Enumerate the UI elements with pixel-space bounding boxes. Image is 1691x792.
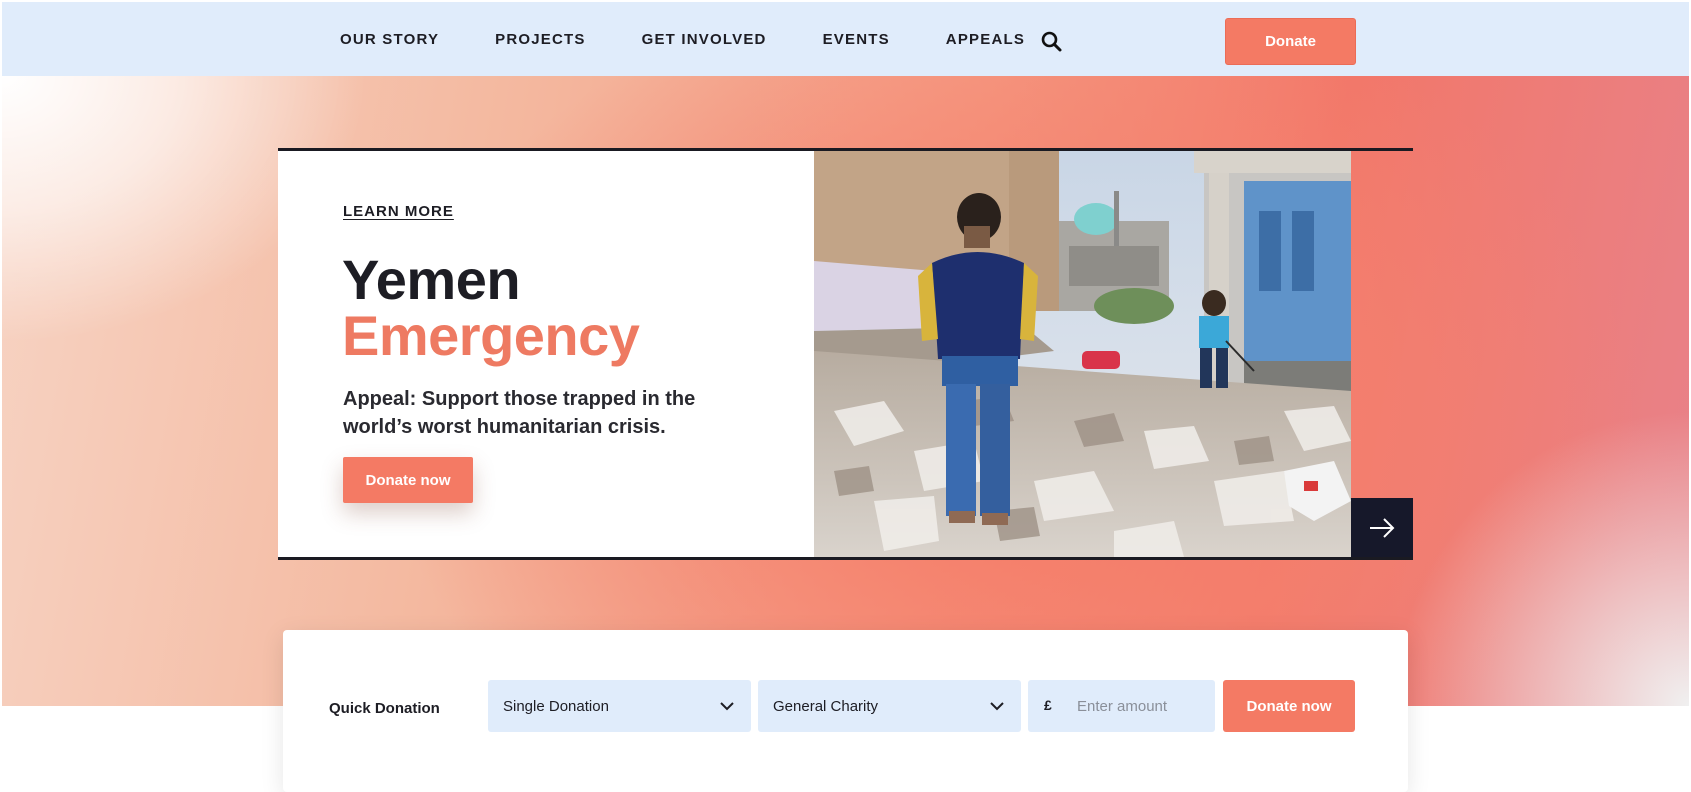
chevron-down-icon [990, 702, 1004, 711]
hero-subtitle: Appeal: Support those trapped in the wor… [343, 388, 696, 438]
cause-select[interactable]: General Charity [758, 680, 1021, 732]
arrow-right-icon [1370, 517, 1395, 538]
carousel-next-button[interactable] [1351, 498, 1413, 557]
nav-item-events[interactable]: EVENTS [823, 31, 890, 48]
donation-type-select[interactable]: Single Donation [488, 680, 751, 732]
search-icon[interactable] [1040, 30, 1064, 54]
hero-title: Yemen [342, 248, 521, 311]
top-navigation-bar: OUR STORY PROJECTS GET INVOLVED EVENTS A… [2, 2, 1689, 76]
nav-item-our-story[interactable]: OUR STORY [340, 31, 439, 48]
currency-symbol: £ [1044, 697, 1052, 713]
nav-item-projects[interactable]: PROJECTS [495, 31, 585, 48]
hero-image [814, 151, 1351, 557]
nav-item-get-involved[interactable]: GET INVOLVED [642, 31, 767, 48]
amount-field: £ [1028, 680, 1215, 732]
learn-more-link[interactable]: LEARN MORE [343, 203, 454, 220]
chevron-down-icon [720, 702, 734, 711]
cause-value: General Charity [773, 697, 879, 715]
hero-text-panel: LEARN MORE Yemen Emergency Appeal: Suppo… [278, 151, 814, 557]
quick-donation-panel: Quick Donation Single Donation General C… [283, 630, 1408, 792]
quick-donation-label: Quick Donation [329, 700, 440, 717]
donation-type-value: Single Donation [503, 697, 609, 715]
main-nav: OUR STORY PROJECTS GET INVOLVED EVENTS A… [340, 2, 1081, 76]
header-donate-button[interactable]: Donate [1225, 18, 1356, 65]
hero-donate-now-button[interactable]: Donate now [343, 457, 473, 503]
amount-input[interactable] [1077, 680, 1207, 732]
hero-title-accent: Emergency [342, 304, 640, 367]
nav-item-appeals[interactable]: APPEALS [946, 31, 1025, 48]
hero-carousel-slide: LEARN MORE Yemen Emergency Appeal: Suppo… [278, 148, 1413, 560]
quick-donate-now-button[interactable]: Donate now [1223, 680, 1355, 732]
